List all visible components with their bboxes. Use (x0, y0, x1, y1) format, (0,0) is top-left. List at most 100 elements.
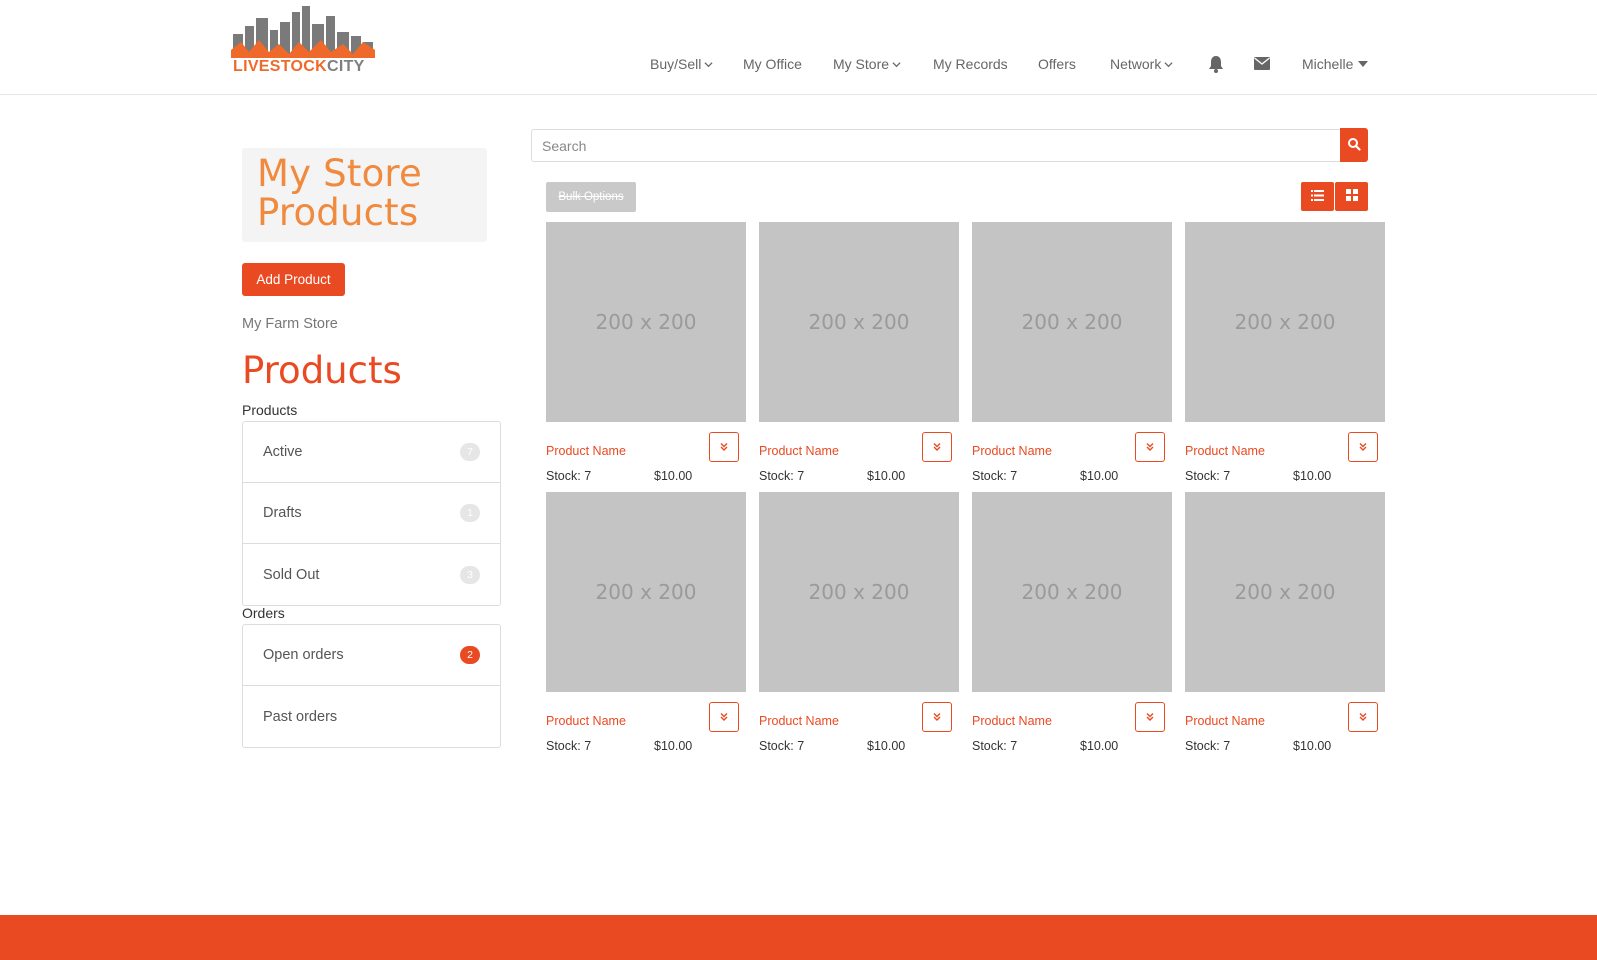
product-actions-button[interactable] (709, 432, 739, 462)
page-title-box: My Store Products (242, 148, 487, 242)
product-card[interactable]: 200 x 200 Product Name Stock: 7 $10.00 (972, 222, 1172, 492)
open-orders-count-badge: 2 (460, 646, 480, 664)
page-title-line1: My Store (257, 152, 422, 195)
product-stock: Stock: 7 (1185, 739, 1231, 753)
nav-offers[interactable]: Offers (1038, 56, 1076, 72)
double-chevron-down-icon (1359, 443, 1367, 451)
filter-sold-out-count: 3 (460, 565, 480, 584)
product-actions-button[interactable] (1135, 702, 1165, 732)
product-price: $10.00 (654, 469, 693, 483)
site-footer (0, 915, 1597, 960)
product-card[interactable]: 200 x 200 Product Name Stock: 7 $10.00 (1185, 492, 1385, 762)
nav-my-office-label: My Office (743, 56, 802, 72)
product-card[interactable]: 200 x 200 Product Name Stock: 7 $10.00 (759, 222, 959, 492)
product-name-link[interactable]: Product Name (1185, 714, 1265, 728)
filter-sold-out-label: Sold Out (263, 566, 320, 583)
product-actions-button[interactable] (922, 432, 952, 462)
logo-text-livestock: LIVESTOCK (233, 58, 327, 75)
product-name-link[interactable]: Product Name (546, 714, 626, 728)
double-chevron-down-icon (720, 713, 728, 721)
nav-my-records[interactable]: My Records (933, 56, 1008, 72)
nav-network-label: Network (1110, 56, 1162, 72)
product-image-placeholder[interactable]: 200 x 200 (972, 492, 1172, 692)
product-actions-button[interactable] (1135, 432, 1165, 462)
bulk-options-button[interactable]: Bulk Options (546, 182, 636, 212)
product-stock: Stock: 7 (546, 739, 592, 753)
product-stock: Stock: 7 (972, 469, 1018, 483)
double-chevron-down-icon (720, 443, 728, 451)
orders-section-label: Orders (242, 605, 285, 621)
product-card[interactable]: 200 x 200 Product Name Stock: 7 $10.00 (546, 492, 746, 762)
page-title-line2: Products (257, 191, 419, 234)
product-image-placeholder[interactable]: 200 x 200 (1185, 492, 1385, 692)
product-image-placeholder[interactable]: 200 x 200 (1185, 222, 1385, 422)
nav-offers-label: Offers (1038, 56, 1076, 72)
double-chevron-down-icon (933, 443, 941, 451)
nav-user-menu[interactable]: Michelle (1302, 56, 1369, 72)
product-name-link[interactable]: Product Name (759, 714, 839, 728)
products-heading: Products (242, 349, 402, 392)
product-name-link[interactable]: Product Name (546, 444, 626, 458)
product-actions-button[interactable] (1348, 702, 1378, 732)
bell-icon[interactable] (1208, 55, 1224, 73)
filter-past-orders-label: Past orders (263, 708, 338, 725)
product-image-placeholder[interactable]: 200 x 200 (546, 492, 746, 692)
product-price: $10.00 (867, 469, 906, 483)
orders-filter-list: Open orders 2 Past orders (242, 624, 501, 748)
nav-buy-sell-label: Buy/Sell (650, 56, 702, 72)
list-view-icon (1311, 190, 1324, 201)
logo-wordmark[interactable]: LIVESTOCKCITY (233, 58, 365, 76)
filter-open-orders[interactable]: Open orders 2 (243, 625, 500, 686)
product-image-placeholder[interactable]: 200 x 200 (546, 222, 746, 422)
product-name-link[interactable]: Product Name (759, 444, 839, 458)
nav-buy-sell[interactable]: Buy/Sell (650, 56, 713, 72)
chevron-down-icon (704, 61, 713, 67)
product-name-link[interactable]: Product Name (972, 444, 1052, 458)
nav-network[interactable]: Network (1110, 56, 1173, 72)
product-stock: Stock: 7 (759, 469, 805, 483)
product-card[interactable]: 200 x 200 Product Name Stock: 7 $10.00 (546, 222, 746, 492)
store-name[interactable]: My Farm Store (242, 316, 338, 332)
product-card[interactable]: 200 x 200 Product Name Stock: 7 $10.00 (1185, 222, 1385, 492)
product-image-placeholder[interactable]: 200 x 200 (759, 492, 959, 692)
filter-drafts[interactable]: Drafts 1 (243, 483, 500, 544)
filter-sold-out[interactable]: Sold Out 3 (243, 544, 500, 605)
nav-my-store-label: My Store (833, 56, 890, 72)
product-card[interactable]: 200 x 200 Product Name Stock: 7 $10.00 (759, 492, 959, 762)
grid-view-button[interactable] (1335, 182, 1368, 211)
product-price: $10.00 (654, 739, 693, 753)
filter-active-label: Active (263, 444, 303, 460)
logo-text-city: CITY (326, 58, 365, 75)
product-image-placeholder[interactable]: 200 x 200 (759, 222, 959, 422)
filter-active[interactable]: Active 7 (243, 422, 500, 483)
filter-drafts-label: Drafts (263, 505, 302, 521)
product-stock: Stock: 7 (546, 469, 592, 483)
products-filter-list: Active 7 Drafts 1 Sold Out 3 (242, 421, 501, 606)
add-product-button[interactable]: Add Product (242, 263, 345, 296)
product-price: $10.00 (1293, 739, 1332, 753)
product-actions-button[interactable] (709, 702, 739, 732)
product-image-placeholder[interactable]: 200 x 200 (972, 222, 1172, 422)
products-section-label: Products (242, 402, 298, 418)
nav-my-records-label: My Records (933, 56, 1008, 72)
filter-active-count: 7 (460, 443, 480, 461)
list-view-button[interactable] (1301, 182, 1334, 211)
product-price: $10.00 (1080, 469, 1119, 483)
product-price: $10.00 (867, 739, 906, 753)
double-chevron-down-icon (1359, 713, 1367, 721)
site-header: LIVESTOCKCITY Buy/Sell My Office My Stor… (0, 0, 1597, 95)
search-input[interactable] (531, 129, 1342, 162)
filter-past-orders[interactable]: Past orders (243, 686, 500, 747)
envelope-icon[interactable] (1254, 57, 1270, 70)
product-card[interactable]: 200 x 200 Product Name Stock: 7 $10.00 (972, 492, 1172, 762)
product-price: $10.00 (1080, 739, 1119, 753)
nav-my-store[interactable]: My Store (833, 56, 901, 72)
product-name-link[interactable]: Product Name (972, 714, 1052, 728)
nav-my-office[interactable]: My Office (743, 56, 802, 72)
product-name-link[interactable]: Product Name (1185, 444, 1265, 458)
product-actions-button[interactable] (922, 702, 952, 732)
product-stock: Stock: 7 (759, 739, 805, 753)
product-stock: Stock: 7 (972, 739, 1018, 753)
search-button[interactable] (1340, 128, 1368, 162)
product-actions-button[interactable] (1348, 432, 1378, 462)
